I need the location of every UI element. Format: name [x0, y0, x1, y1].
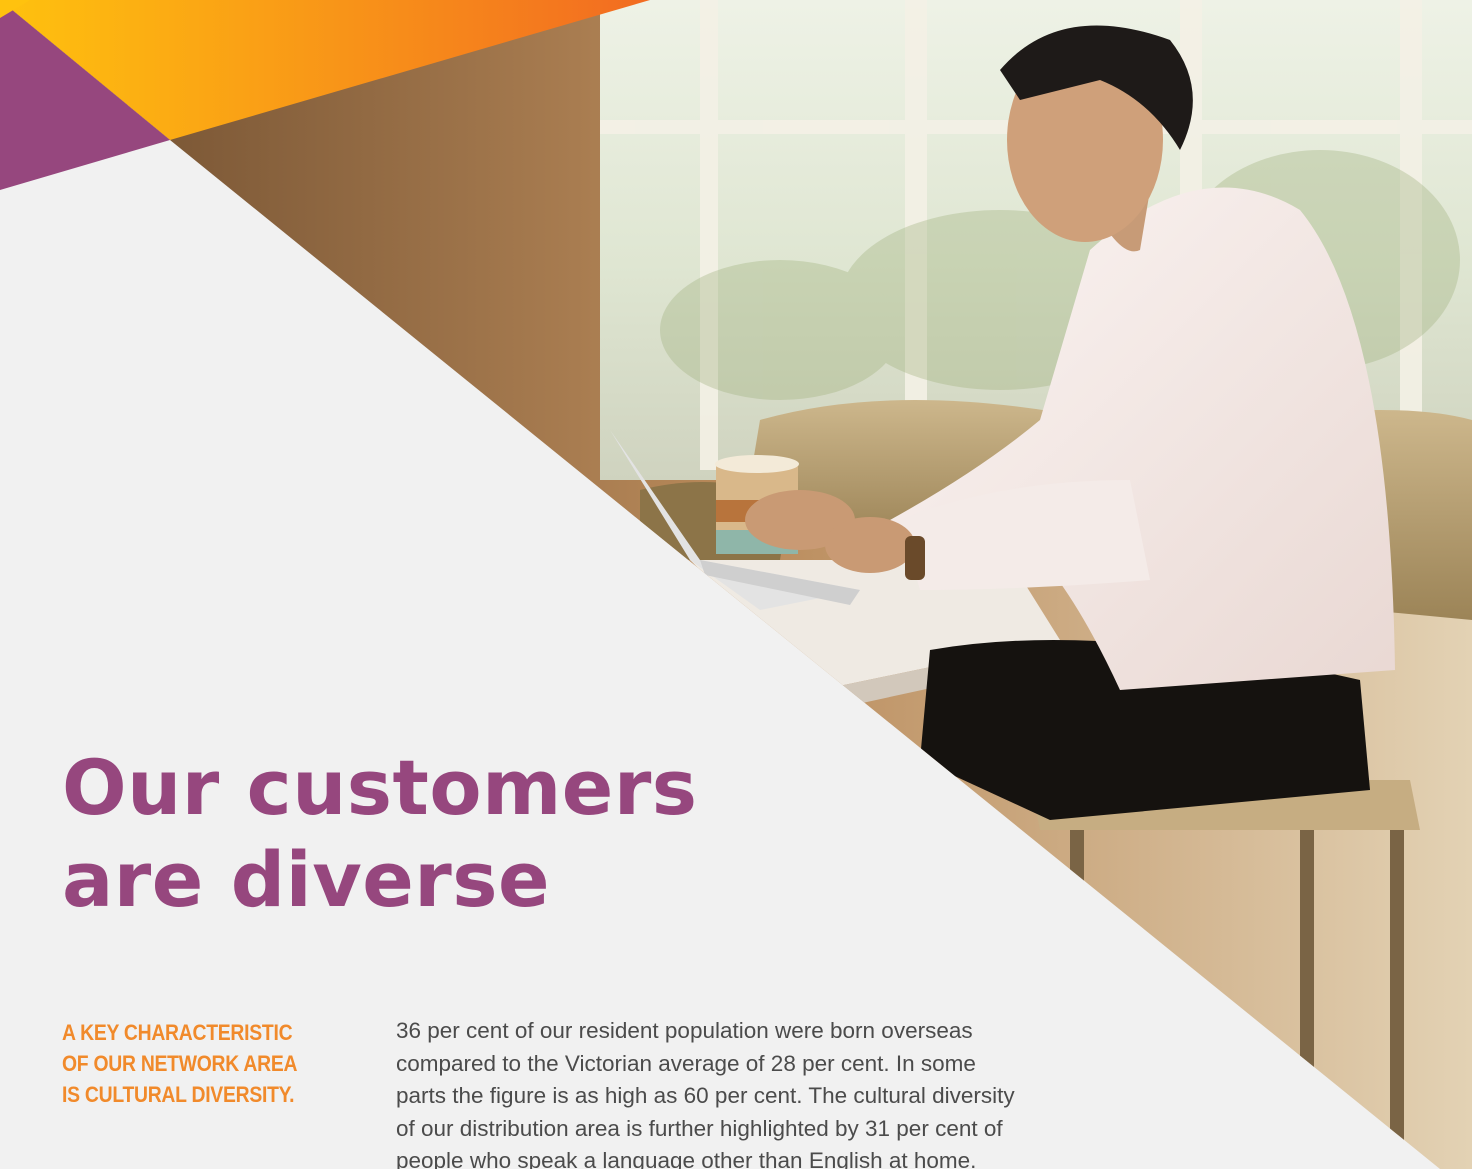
body-line: people who speak a language other than E…	[396, 1148, 977, 1169]
title-line-2: are diverse	[62, 835, 551, 924]
pull-quote-line-3: IS CULTURAL DIVERSITY.	[62, 1082, 295, 1107]
body-paragraph: 36 per cent of our resident population w…	[396, 1015, 1156, 1169]
page: Our customers are diverse A KEY CHARACTE…	[0, 0, 1472, 1169]
body-line: of our distribution area is further high…	[396, 1115, 1003, 1141]
title-line-1: Our customers	[62, 743, 698, 832]
body-line: compared to the Victorian average of 28 …	[396, 1050, 976, 1076]
pull-quote-line-2: OF OUR NETWORK AREA	[62, 1051, 298, 1076]
pull-quote-line-1: A KEY CHARACTERISTIC	[62, 1020, 293, 1045]
man-with-laptop-photo	[0, 0, 1472, 1169]
pull-quote: A KEY CHARACTERISTIC OF OUR NETWORK AREA…	[62, 1017, 326, 1110]
body-line: 36 per cent of our resident population w…	[396, 1018, 973, 1043]
body-line: parts the figure is as high as 60 per ce…	[396, 1083, 1015, 1108]
page-title: Our customers are diverse	[62, 742, 698, 926]
